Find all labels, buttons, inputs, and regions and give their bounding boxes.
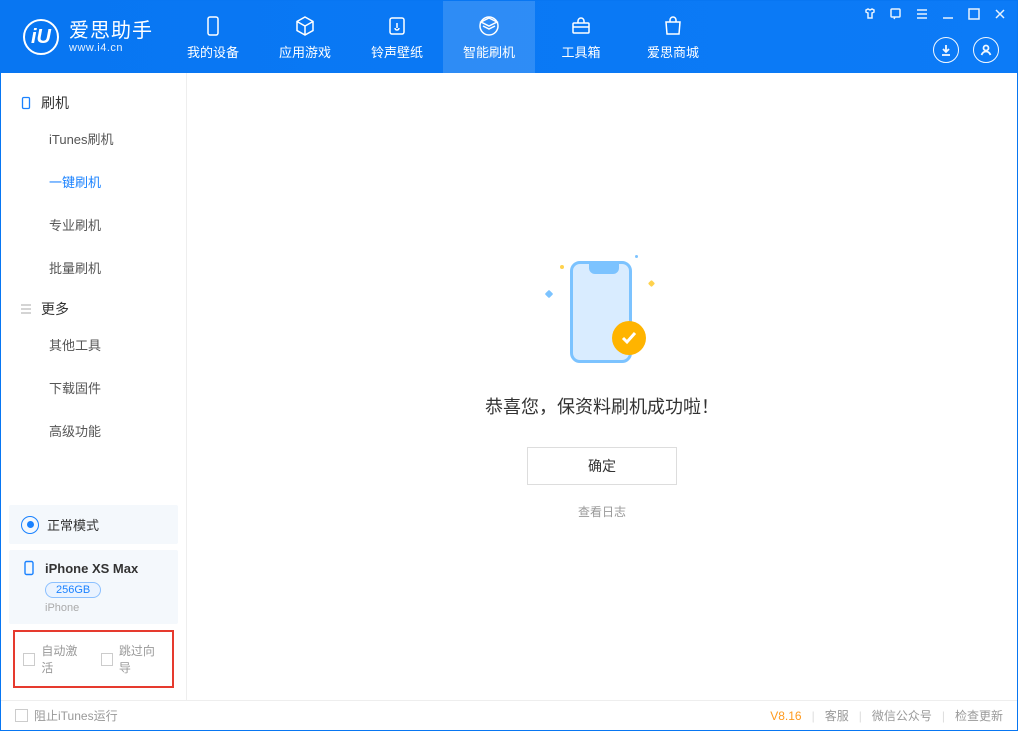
bag-icon bbox=[661, 14, 685, 38]
cube-icon bbox=[293, 14, 317, 38]
logo: iU 爱思助手 www.i4.cn bbox=[1, 19, 167, 55]
check-label: 阻止iTunes运行 bbox=[34, 707, 118, 724]
check-label: 自动激活 bbox=[41, 642, 86, 676]
body: 刷机 iTunes刷机 一键刷机 专业刷机 批量刷机 更多 其他工具 下载固件 … bbox=[1, 73, 1017, 700]
check-block-itunes[interactable]: 阻止iTunes运行 bbox=[15, 707, 118, 724]
sidebar-item-download[interactable]: 下载固件 bbox=[1, 366, 186, 409]
sidebar-item-itunes[interactable]: iTunes刷机 bbox=[1, 117, 186, 160]
download-icon[interactable] bbox=[933, 37, 959, 63]
close-icon[interactable] bbox=[993, 7, 1007, 21]
mode-dot-icon bbox=[21, 516, 39, 534]
user-icon[interactable] bbox=[973, 37, 999, 63]
device-icon bbox=[21, 560, 37, 576]
sidebar-group-label: 更多 bbox=[41, 299, 69, 319]
footer-update-link[interactable]: 检查更新 bbox=[955, 707, 1003, 724]
app-site: www.i4.cn bbox=[69, 42, 153, 54]
tab-ring[interactable]: 铃声壁纸 bbox=[351, 1, 443, 73]
footer-cs-link[interactable]: 客服 bbox=[825, 707, 849, 724]
footer: 阻止iTunes运行 V8.16 | 客服 | 微信公众号 | 检查更新 bbox=[1, 700, 1017, 730]
mode-card[interactable]: 正常模式 bbox=[9, 505, 178, 544]
tab-apps[interactable]: 应用游戏 bbox=[259, 1, 351, 73]
top-tabs: 我的设备 应用游戏 铃声壁纸 智能刷机 工具箱 爱思商城 bbox=[167, 1, 719, 73]
mode-label: 正常模式 bbox=[47, 515, 99, 534]
shirt-icon[interactable] bbox=[863, 7, 877, 21]
header-actions bbox=[933, 37, 999, 63]
device-name: iPhone XS Max bbox=[45, 561, 138, 576]
tab-flash[interactable]: 智能刷机 bbox=[443, 1, 535, 73]
sidebar-bottom: 正常模式 iPhone XS Max 256GB iPhone 自动激活 bbox=[1, 497, 186, 700]
footer-wechat-link[interactable]: 微信公众号 bbox=[872, 707, 932, 724]
tab-tools[interactable]: 工具箱 bbox=[535, 1, 627, 73]
window-controls bbox=[863, 7, 1007, 21]
sidebar-group-flash: 刷机 bbox=[1, 83, 186, 117]
maximize-icon[interactable] bbox=[967, 7, 981, 21]
music-icon bbox=[385, 14, 409, 38]
tab-label: 我的设备 bbox=[187, 42, 239, 61]
success-illustration bbox=[542, 253, 662, 373]
checkbox-icon bbox=[23, 653, 35, 666]
check-label: 跳过向导 bbox=[119, 642, 164, 676]
tab-label: 智能刷机 bbox=[463, 42, 515, 61]
sidebar: 刷机 iTunes刷机 一键刷机 专业刷机 批量刷机 更多 其他工具 下载固件 … bbox=[1, 73, 187, 700]
app-window: iU 爱思助手 www.i4.cn 我的设备 应用游戏 铃声壁纸 智能刷机 bbox=[0, 0, 1018, 731]
sidebar-item-advanced[interactable]: 高级功能 bbox=[1, 409, 186, 452]
check-skip-guide[interactable]: 跳过向导 bbox=[101, 642, 165, 676]
checkbox-icon bbox=[101, 653, 113, 666]
tab-label: 工具箱 bbox=[561, 42, 600, 61]
sidebar-item-other[interactable]: 其他工具 bbox=[1, 323, 186, 366]
feedback-icon[interactable] bbox=[889, 7, 903, 21]
titlebar: iU 爱思助手 www.i4.cn 我的设备 应用游戏 铃声壁纸 智能刷机 bbox=[1, 1, 1017, 73]
refresh-icon bbox=[477, 14, 501, 38]
check-auto-activate[interactable]: 自动激活 bbox=[23, 642, 87, 676]
sidebar-item-onekey[interactable]: 一键刷机 bbox=[1, 160, 186, 203]
sidebar-group-more: 更多 bbox=[1, 289, 186, 323]
minimize-icon[interactable] bbox=[941, 7, 955, 21]
device-type: iPhone bbox=[45, 602, 166, 614]
version-label: V8.16 bbox=[770, 709, 801, 723]
view-log-link[interactable]: 查看日志 bbox=[578, 503, 626, 520]
list-icon bbox=[19, 302, 33, 316]
success-message: 恭喜您，保资料刷机成功啦！ bbox=[485, 393, 719, 419]
logo-icon: iU bbox=[23, 19, 59, 55]
highlighted-checks: 自动激活 跳过向导 bbox=[13, 630, 174, 688]
checkbox-icon bbox=[15, 709, 28, 722]
tab-label: 爱思商城 bbox=[647, 42, 699, 61]
sidebar-item-pro[interactable]: 专业刷机 bbox=[1, 203, 186, 246]
tab-device[interactable]: 我的设备 bbox=[167, 1, 259, 73]
storage-badge: 256GB bbox=[45, 582, 101, 598]
main-content: 恭喜您，保资料刷机成功啦！ 确定 查看日志 bbox=[187, 73, 1017, 700]
app-title: 爱思助手 bbox=[69, 20, 153, 42]
sidebar-group-label: 刷机 bbox=[41, 93, 69, 113]
sidebar-item-batch[interactable]: 批量刷机 bbox=[1, 246, 186, 289]
tab-label: 应用游戏 bbox=[279, 42, 331, 61]
tab-label: 铃声壁纸 bbox=[371, 42, 423, 61]
ok-button[interactable]: 确定 bbox=[527, 447, 677, 485]
device-card[interactable]: iPhone XS Max 256GB iPhone bbox=[9, 550, 178, 624]
check-badge-icon bbox=[612, 321, 646, 355]
tab-store[interactable]: 爱思商城 bbox=[627, 1, 719, 73]
toolbox-icon bbox=[569, 14, 593, 38]
phone-small-icon bbox=[19, 96, 33, 110]
menu-icon[interactable] bbox=[915, 7, 929, 21]
phone-icon bbox=[201, 14, 225, 38]
